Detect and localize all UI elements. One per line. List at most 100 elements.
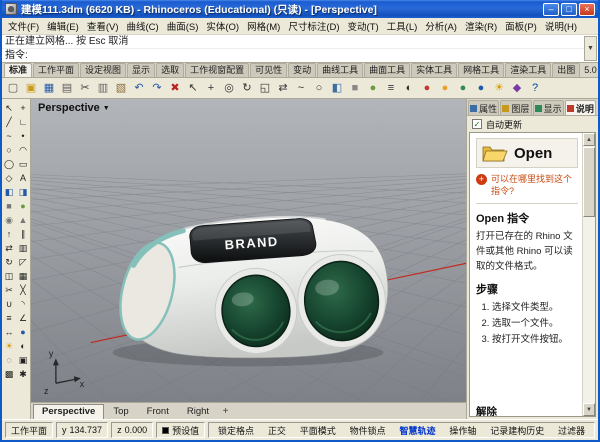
boolean-difference-icon[interactable]: ● <box>436 80 454 97</box>
viewport-3d-scene[interactable]: BRAND <box>31 99 466 402</box>
scrollbar-thumb[interactable] <box>583 147 595 217</box>
surface-icon[interactable]: ◧ <box>328 80 346 97</box>
boolean-union-icon[interactable]: ● <box>418 80 436 97</box>
status-toggle[interactable]: 锁定格点 <box>217 424 255 437</box>
status-toggle[interactable]: 操作轴 <box>448 424 477 437</box>
print-icon[interactable]: ▤ <box>58 80 76 97</box>
light-icon[interactable]: ☀ <box>490 80 508 97</box>
delete-icon[interactable]: ✖ <box>166 80 184 97</box>
copy-icon[interactable]: ▥ <box>94 80 112 97</box>
menu-item[interactable]: 说明(H) <box>541 19 581 33</box>
box-icon[interactable]: ■ <box>346 80 364 97</box>
status-toggle[interactable]: 过滤器 <box>557 424 586 437</box>
menu-item[interactable]: 编辑(E) <box>43 19 83 33</box>
menu-item[interactable]: 曲面(S) <box>163 19 203 33</box>
point-icon[interactable]: • <box>17 129 30 143</box>
new-viewport-button[interactable]: + <box>218 405 233 419</box>
curve-icon[interactable]: ~ <box>292 80 310 97</box>
dimension-icon[interactable]: ↔ <box>3 325 16 339</box>
trim-icon[interactable]: ✂ <box>3 283 16 297</box>
offset-icon[interactable]: ≡ <box>3 311 16 325</box>
toolbar-tab[interactable]: 工作平面 <box>33 63 79 77</box>
split-icon[interactable]: ╳ <box>17 283 30 297</box>
arc-icon[interactable]: ◠ <box>17 143 30 157</box>
panel-tab-display[interactable]: 显示 <box>533 100 564 115</box>
status-toggle[interactable]: 物件锁点 <box>349 424 387 437</box>
toolbar-tab[interactable]: 工作视窗配置 <box>185 63 249 77</box>
render-tools-icon[interactable]: ● <box>17 325 30 339</box>
status-toggle[interactable]: 智慧轨迹 <box>398 424 436 437</box>
display-icon[interactable]: ◐ <box>400 80 418 97</box>
toolbar-tab[interactable]: 可见性 <box>250 63 287 77</box>
line-icon[interactable]: ╱ <box>3 115 16 129</box>
scroll-down-icon[interactable]: ▼ <box>583 403 595 416</box>
toolbar-tab[interactable]: 标准 <box>4 63 32 77</box>
menu-item[interactable]: 查看(V) <box>83 19 123 33</box>
layers-icon[interactable]: ≡ <box>382 80 400 97</box>
pipe-icon[interactable]: ∥ <box>17 227 30 241</box>
toolbar-tab[interactable]: 变动 <box>288 63 316 77</box>
redo-icon[interactable]: ↷ <box>148 80 166 97</box>
menu-item[interactable]: 工具(L) <box>383 19 422 33</box>
rectangle-icon[interactable]: ▭ <box>17 157 30 171</box>
menu-item[interactable]: 尺寸标注(D) <box>284 19 343 33</box>
zoom-extents-icon[interactable]: ◱ <box>256 80 274 97</box>
minimize-button[interactable]: – <box>543 3 559 16</box>
sphere-icon[interactable]: ● <box>364 80 382 97</box>
loft-icon[interactable]: ◨ <box>17 185 30 199</box>
zoom-icon[interactable]: ◎ <box>220 80 238 97</box>
move-icon[interactable]: ⇄ <box>3 241 16 255</box>
pointer-icon[interactable]: ↖ <box>3 101 16 115</box>
help-icon[interactable]: ? <box>526 80 544 97</box>
copy-icon[interactable]: ▥ <box>17 241 30 255</box>
layer-chip[interactable]: 预设值 <box>156 422 205 438</box>
toolbar-tab[interactable]: 出图 <box>552 63 580 77</box>
toolbar-tab[interactable]: 显示 <box>127 63 155 77</box>
crosshair-icon[interactable]: + <box>17 101 30 115</box>
rotate-view-icon[interactable]: ↻ <box>238 80 256 97</box>
auto-update-checkbox[interactable]: ✓ <box>472 119 482 129</box>
circle-icon[interactable]: ○ <box>310 80 328 97</box>
light-icon[interactable]: ☀ <box>3 339 16 353</box>
select-icon[interactable]: ↖ <box>184 80 202 97</box>
viewport-tab[interactable]: Right <box>178 404 218 419</box>
toolbar-tab[interactable]: 设定视图 <box>80 63 126 77</box>
box-icon[interactable]: ■ <box>3 199 16 213</box>
lock-icon[interactable]: ▣ <box>17 353 30 367</box>
menu-item[interactable]: 面板(P) <box>501 19 541 33</box>
rotate-icon[interactable]: ↻ <box>3 255 16 269</box>
circle-icon[interactable]: ○ <box>3 143 16 157</box>
panel-tab-help[interactable]: 说明 <box>565 100 596 115</box>
analyze-icon[interactable]: ∠ <box>17 311 30 325</box>
toolbar-tab[interactable]: 实体工具 <box>411 63 457 77</box>
toolbar-tab[interactable]: 选取 <box>156 63 184 77</box>
hide-icon[interactable]: ◌ <box>3 353 16 367</box>
scroll-up-icon[interactable]: ▲ <box>583 133 595 146</box>
ellipse-icon[interactable]: ◯ <box>3 157 16 171</box>
fillet-icon[interactable]: ◝ <box>17 297 30 311</box>
close-button[interactable]: × <box>579 3 595 16</box>
scale-icon[interactable]: ◸ <box>17 255 30 269</box>
cut-icon[interactable]: ✂ <box>76 80 94 97</box>
menu-item[interactable]: 文件(F) <box>4 19 43 33</box>
viewport-tab[interactable]: Front <box>138 404 178 419</box>
menu-item[interactable]: 曲线(C) <box>122 19 162 33</box>
boolean-intersection-icon[interactable]: ● <box>454 80 472 97</box>
visibility-icon[interactable]: ◐ <box>17 339 30 353</box>
render-icon[interactable]: ● <box>472 80 490 97</box>
toolbar-tab[interactable]: 渲染工具 <box>505 63 551 77</box>
explode-icon[interactable]: ✱ <box>17 367 30 381</box>
sphere-icon[interactable]: ● <box>17 199 30 213</box>
undo-icon[interactable]: ↶ <box>130 80 148 97</box>
group-icon[interactable]: ▩ <box>3 367 16 381</box>
new-file-icon[interactable]: ▢ <box>4 80 22 97</box>
polygon-icon[interactable]: ◇ <box>3 171 16 185</box>
text-icon[interactable]: A <box>17 171 30 185</box>
move-icon[interactable]: ⇄ <box>274 80 292 97</box>
toolbar-tab[interactable]: 曲面工具 <box>364 63 410 77</box>
command-input[interactable]: 指令: <box>2 49 598 62</box>
status-toggle[interactable]: 正交 <box>267 424 287 437</box>
menu-item[interactable]: 实体(O) <box>202 19 243 33</box>
material-icon[interactable]: ◆ <box>508 80 526 97</box>
toolbar-tab[interactable]: 网格工具 <box>458 63 504 77</box>
